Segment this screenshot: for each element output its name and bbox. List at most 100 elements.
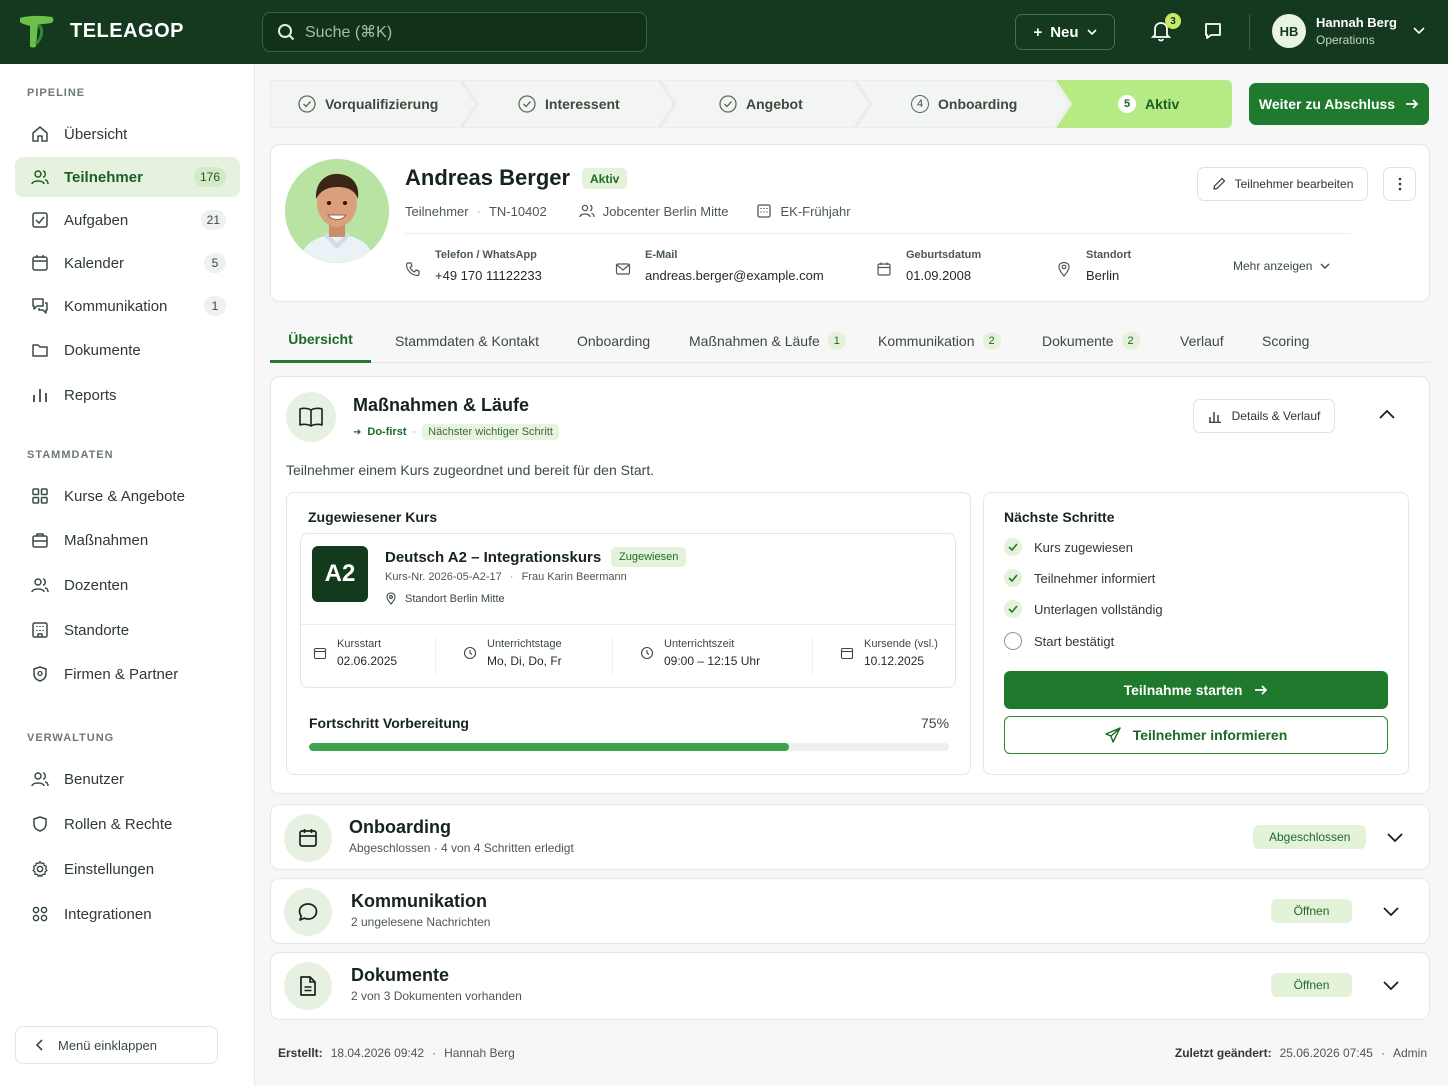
sidebar-item-einstellungen[interactable]: Einstellungen [15,849,240,889]
calendar-icon [299,829,317,847]
sidebar-item-benutzer[interactable]: Benutzer [15,759,240,799]
section-title: Kommunikation [351,891,488,911]
sidebar-item-kurse[interactable]: Kurse & Angebote [15,476,240,516]
tab-stammdaten[interactable]: Stammdaten & Kontakt [395,318,539,363]
chevron-down-icon[interactable] [1383,907,1399,917]
dokumente-section[interactable]: Dokumente 2 von 3 Dokumenten vorhanden Ö… [270,952,1430,1020]
participant-cohort: EK-Frühjahr [780,203,851,219]
chat-icon[interactable] [1203,21,1223,41]
sidebar-item-standorte[interactable]: Standorte [15,610,240,650]
weiter-abschluss-button[interactable]: Weiter zu Abschluss [1249,83,1429,125]
tab-massnahmen[interactable]: Maßnahmen & Läufe 1 [689,318,846,363]
box-title: Zugewiesener Kurs [308,509,438,525]
sidebar-item-kommunikation[interactable]: Kommunikation 1 [15,286,240,326]
collapse-menu-button[interactable]: Menü einklappen [15,1026,218,1064]
count-badge: 5 [204,253,226,273]
show-more-label: Mehr anzeigen [1233,259,1313,273]
section-title: Maßnahmen & Läufe [353,395,530,415]
map-pin-icon [1058,261,1070,277]
avatar: HB [1272,14,1306,48]
divider [405,233,1351,234]
sidebar: PIPELINE Übersicht Teilnehmer 176 Aufgab… [0,64,255,1086]
step-vorqualifizierung[interactable]: Vorqualifizierung [298,80,438,128]
kommunikation-section[interactable]: Kommunikation 2 ungelesene Nachrichten Ö… [270,878,1430,944]
check-icon [1004,538,1022,556]
open-button[interactable]: Öffnen [1271,899,1352,923]
open-button[interactable]: Öffnen [1271,973,1352,997]
sidebar-item-uebersicht[interactable]: Übersicht [15,114,240,154]
tab-verlauf[interactable]: Verlauf [1180,318,1224,363]
sidebar-item-rollen[interactable]: Rollen & Rechte [15,804,240,844]
people-icon [579,204,595,218]
sidebar-item-teilnehmer[interactable]: Teilnehmer 176 [15,157,240,197]
course-card[interactable]: A2 Deutsch A2 – Integrationskurs Zugewie… [300,533,956,688]
chevron-down-icon[interactable] [1387,833,1403,843]
building-icon [32,622,48,638]
next-step-item[interactable]: Teilnehmer informiert [1004,569,1155,587]
sidebar-item-aufgaben[interactable]: Aufgaben 21 [15,200,240,240]
separator: · [509,571,514,583]
more-options-button[interactable] [1383,167,1416,201]
fact-value: 10.12.2025 [864,654,925,668]
sidebar-item-dokumente[interactable]: Dokumente [15,330,240,370]
section-stammdaten: STAMMDATEN [27,449,114,461]
start-participation-button[interactable]: Teilnahme starten [1004,671,1388,709]
tab-kommunikation[interactable]: Kommunikation 2 [878,318,1001,363]
phone-value[interactable]: +49 170 11122233 [435,268,542,283]
field-label: Geburtsdatum [906,249,982,261]
step-aktiv[interactable]: 5 Aktiv [1118,80,1179,128]
step-interessent[interactable]: Interessent [518,80,620,128]
edit-participant-button[interactable]: Teilnehmer bearbeiten [1197,167,1368,201]
tab-scoring[interactable]: Scoring [1262,318,1309,363]
status-badge: Zugewiesen [611,547,687,567]
sidebar-item-massnahmen[interactable]: Maßnahmen [15,520,240,560]
step-number: 4 [911,95,929,113]
sidebar-item-label: Übersicht [64,125,128,143]
next-step-item[interactable]: Unterlagen vollständig [1004,600,1163,618]
step-onboarding[interactable]: 4 Onboarding [911,80,1017,128]
header-divider [1249,14,1250,50]
sidebar-item-firmen[interactable]: Firmen & Partner [15,654,240,694]
logo-icon [20,15,54,48]
status-badge: Aktiv [582,168,628,189]
chevron-down-icon[interactable] [1383,981,1399,991]
details-verlauf-button[interactable]: Details & Verlauf [1193,399,1335,433]
inform-participant-button[interactable]: Teilnehmer informieren [1004,716,1388,754]
chevron-up-icon[interactable] [1379,409,1395,419]
calendar-icon [313,647,327,660]
step-angebot[interactable]: Angebot [719,80,803,128]
fact-unterrichtstage: Unterrichtstage Mo, Di, Do, Fr [463,638,562,668]
sidebar-item-dozenten[interactable]: Dozenten [15,565,240,605]
tab-label: Scoring [1262,332,1310,349]
next-step-item[interactable]: Start bestätigt [1004,632,1114,650]
sidebar-item-label: Aufgaben [64,211,129,229]
sidebar-item-integrationen[interactable]: Integrationen [15,894,240,934]
do-first-hint: ➜ Do-first · Nächster wichtiger Schritt [353,424,559,440]
sidebar-item-reports[interactable]: Reports [15,375,240,415]
email-value[interactable]: andreas.berger@example.com [645,268,824,283]
participant-avatar [285,159,389,263]
app-logo[interactable]: TELEAGOP [18,14,184,48]
sidebar-item-kalender[interactable]: Kalender 5 [15,243,240,283]
changed-by: Admin [1392,1046,1427,1060]
next-step-item[interactable]: Kurs zugewiesen [1004,538,1133,556]
tab-dokumente[interactable]: Dokumente 2 [1042,318,1140,363]
tab-uebersicht[interactable]: Übersicht [270,318,371,363]
check-icon [1004,569,1022,587]
chevron-down-icon [1086,29,1097,35]
sidebar-item-label: Maßnahmen [64,531,149,549]
onboarding-section[interactable]: Onboarding Abgeschlossen · 4 von 4 Schri… [270,804,1430,870]
phone-icon [405,262,420,277]
sidebar-item-label: Kommunikation [64,297,168,315]
search-input[interactable]: Suche (⌘K) [262,12,647,52]
tab-onboarding[interactable]: Onboarding [577,318,650,363]
user-menu[interactable]: HB Hannah Berg Operations [1272,14,1425,48]
created-value: 18.04.2026 09:42 [330,1046,425,1060]
show-more-link[interactable]: Mehr anzeigen [1233,259,1330,273]
new-button[interactable]: + Neu [1015,14,1115,50]
fact-value: 02.06.2025 [337,654,398,668]
sidebar-item-label: Teilnehmer [64,168,143,186]
calendar-icon [877,262,891,276]
sidebar-item-label: Dokumente [64,341,141,359]
created-label: Erstellt: [278,1046,323,1060]
